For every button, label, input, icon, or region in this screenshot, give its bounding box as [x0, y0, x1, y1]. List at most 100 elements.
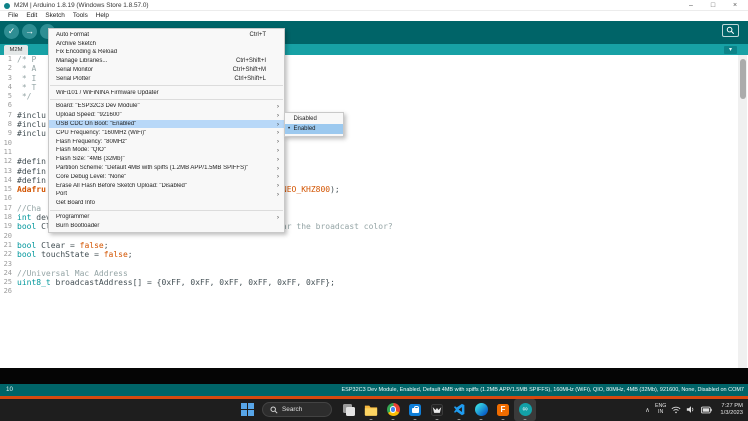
language-bottom: IN	[655, 410, 666, 416]
code-text: #defin	[17, 157, 46, 166]
tools-menu-item-manage-libraries[interactable]: Manage Libraries...Ctrl+Shift+I	[49, 57, 284, 66]
serial-monitor-button[interactable]	[722, 24, 739, 37]
microsoft-store-icon	[409, 404, 421, 416]
taskbar-app-edge[interactable]	[470, 399, 492, 421]
tools-menu-item-cpu-frequency-160mhz-wifi[interactable]: CPU Frequency: "160MHz (WiFi)"›	[49, 128, 284, 137]
tools-menu-item-usb-cdc-on-boot-enabled[interactable]: USB CDC On Boot: "Enabled"›	[49, 120, 284, 129]
close-button[interactable]: ×	[724, 0, 746, 11]
tools-menu-item-serial-plotter[interactable]: Serial PlotterCtrl+Shift+L	[49, 74, 284, 83]
menu-item-label: Fix Encoding & Reload	[56, 49, 274, 55]
arduino-app-icon	[4, 3, 10, 9]
code-line: 25uint8_t broadcastAddress[] = {0xFF, 0x…	[0, 278, 748, 287]
clock[interactable]: 7:27 PM 1/3/2023	[720, 403, 746, 416]
tools-menu-item-programmer[interactable]: Programmer›	[49, 213, 284, 222]
editor-scrollbar-track[interactable]	[738, 55, 747, 368]
tools-menu-item-partition-scheme-default-4mb-with-spiffs[interactable]: Partition Scheme: "Default 4MB with spif…	[49, 164, 284, 173]
file-explorer-icon	[364, 404, 378, 416]
tab-dropdown-button[interactable]: ▾	[724, 46, 737, 54]
tools-menu-item-erase-all-flash-before-sketch-upload-dis[interactable]: Erase All Flash Before Sketch Upload: "D…	[49, 181, 284, 190]
wifi-icon[interactable]	[671, 406, 681, 414]
menu-item-shortcut: Ctrl+Shift+I	[236, 58, 266, 64]
submenu-item-enabled[interactable]: •Enabled	[285, 124, 343, 134]
code-text: bool touchState = false;	[17, 250, 133, 259]
running-indicator	[524, 419, 527, 421]
taskbar-search[interactable]: Search	[262, 402, 332, 417]
line-number: 14	[0, 176, 12, 185]
menu-separator	[50, 210, 283, 211]
menu-item-label: Serial Monitor	[56, 67, 233, 73]
menubar-item-file[interactable]: File	[4, 11, 22, 21]
line-number: 23	[0, 260, 12, 269]
chrome-icon	[387, 403, 400, 416]
search-label: Search	[282, 406, 302, 413]
hidden-icons-chevron[interactable]: ∧	[645, 406, 650, 414]
taskbar-app-chrome[interactable]	[382, 399, 404, 421]
code-text: * T	[17, 83, 36, 92]
tools-menu-item-core-debug-level-none[interactable]: Core Debug Level: "None"›	[49, 172, 284, 181]
tools-menu-item-upload-speed-921600[interactable]: Upload Speed: "921600"›	[49, 111, 284, 120]
submenu-arrow-icon: ›	[274, 182, 279, 189]
tab-m2m[interactable]: M2M	[4, 45, 28, 55]
line-number: 3	[0, 74, 12, 83]
tools-menu-item-get-board-info[interactable]: Get Board Info	[49, 199, 284, 208]
tools-menu-item-serial-monitor[interactable]: Serial MonitorCtrl+Shift+M	[49, 66, 284, 75]
tools-menu-item-fix-encoding-reload[interactable]: Fix Encoding & Reload	[49, 48, 284, 57]
running-indicator	[414, 419, 417, 421]
upload-button[interactable]: →	[22, 24, 37, 39]
tools-menu-item-flash-mode-qio[interactable]: Flash Mode: "QIO"›	[49, 146, 284, 155]
battery-icon[interactable]	[701, 406, 712, 414]
menu-item-label: Manage Libraries...	[56, 58, 236, 64]
taskbar-app-orange-f-app[interactable]: F	[492, 399, 514, 421]
menubar-item-sketch[interactable]: Sketch	[41, 11, 69, 21]
code-line: 26	[0, 287, 748, 296]
tools-menu-item-board-esp32c3-dev-module[interactable]: Board: "ESP32C3 Dev Module"›	[49, 102, 284, 111]
menubar-item-help[interactable]: Help	[92, 11, 113, 21]
submenu-item-disabled[interactable]: Disabled	[285, 115, 343, 125]
line-number: 25	[0, 278, 12, 287]
menu-item-label: CPU Frequency: "160MHz (WiFi)"	[56, 130, 274, 136]
tools-menu-item-wifi101-wifinina-firmware-updater[interactable]: WiFi101 / WiFiNINA Firmware Updater	[49, 88, 284, 97]
taskbar-app-dark-wings-app[interactable]	[426, 399, 448, 421]
tools-menu-item-auto-format[interactable]: Auto FormatCtrl+T	[49, 31, 284, 40]
language-indicator[interactable]: ENG IN	[655, 404, 666, 415]
line-number: 1	[0, 55, 12, 64]
menu-separator	[50, 85, 283, 86]
minimize-button[interactable]: –	[680, 0, 702, 11]
code-line: 21bool Clear = false;	[0, 241, 748, 250]
code-text: * A	[17, 64, 36, 73]
menu-separator	[50, 99, 283, 100]
menu-item-label: Get Board Info	[56, 200, 274, 206]
line-number: 6	[0, 101, 12, 110]
menu-item-label: Flash Size: "4MB (32Mb)"	[56, 156, 274, 162]
running-indicator	[480, 419, 483, 421]
submenu-item-label: Enabled	[294, 126, 316, 132]
taskbar-app-file-explorer[interactable]	[360, 399, 382, 421]
taskbar-app-vscode[interactable]	[448, 399, 470, 421]
taskbar-app-task-view[interactable]	[338, 399, 360, 421]
orange-f-app-icon: F	[497, 404, 510, 417]
menu-item-label: Auto Format	[56, 32, 250, 38]
submenu-item-label: Disabled	[294, 116, 317, 122]
tools-menu-item-burn-bootloader[interactable]: Burn Bootloader	[49, 221, 284, 230]
code-text: #inclu	[17, 120, 46, 129]
tools-menu-item-flash-frequency-80mhz[interactable]: Flash Frequency: "80MHz"›	[49, 137, 284, 146]
menubar-item-edit[interactable]: Edit	[22, 11, 41, 21]
volume-icon[interactable]	[686, 405, 696, 414]
line-number: 15	[0, 185, 12, 194]
editor-scrollbar-thumb[interactable]	[740, 59, 746, 99]
code-text: bool Clear = false;	[17, 241, 109, 250]
window-title: M2M | Arduino 1.8.19 (Windows Store 1.8.…	[14, 1, 149, 10]
line-number: 26	[0, 287, 12, 296]
submenu-arrow-icon: ›	[274, 138, 279, 145]
menu-item-label: Erase All Flash Before Sketch Upload: "D…	[56, 183, 274, 189]
taskbar-app-arduino-ide[interactable]: ∞	[514, 399, 536, 421]
verify-button[interactable]: ✓	[4, 24, 19, 39]
edge-icon	[475, 403, 488, 416]
start-button[interactable]	[241, 403, 254, 416]
taskbar-app-microsoft-store[interactable]	[404, 399, 426, 421]
tools-menu-item-flash-size-4mb-32mb[interactable]: Flash Size: "4MB (32Mb)"›	[49, 155, 284, 164]
menubar-item-tools[interactable]: Tools	[69, 11, 92, 21]
tools-menu-item-archive-sketch[interactable]: Archive Sketch	[49, 39, 284, 48]
tools-menu-item-port[interactable]: Port›	[49, 190, 284, 199]
maximize-button[interactable]: □	[702, 0, 724, 11]
